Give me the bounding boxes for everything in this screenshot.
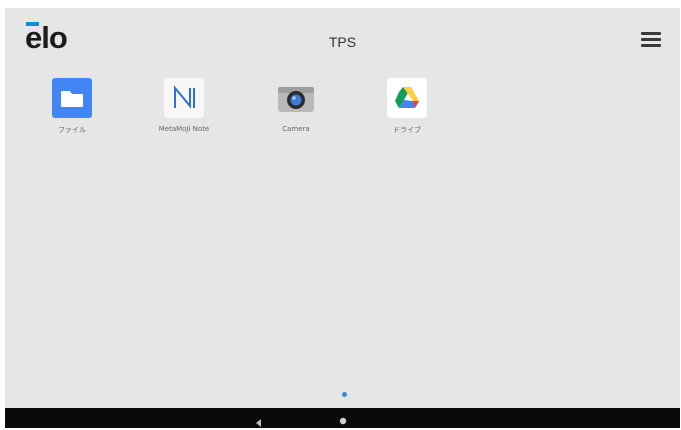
app-files[interactable]: ファイル [27, 78, 117, 148]
metamoji-note-icon [164, 78, 204, 118]
app-label: ファイル [58, 126, 86, 134]
app-metamoji-note[interactable]: MetaMoJi Note [139, 78, 229, 148]
app-google-drive[interactable]: ドライブ [362, 78, 452, 148]
app-label: ドライブ [393, 126, 421, 134]
top-bar: elo TPS [5, 8, 680, 70]
app-camera[interactable]: Camera [251, 78, 341, 148]
menu-line [641, 38, 661, 41]
app-label: MetaMoJi Note [158, 125, 210, 133]
navigation-bar [5, 408, 680, 428]
back-triangle-icon[interactable] [253, 413, 265, 427]
home-circle-icon[interactable] [337, 412, 349, 425]
app-label: Camera [282, 125, 310, 133]
page-indicator-dot [342, 392, 347, 397]
menu-line [641, 44, 661, 47]
home-screen: elo TPS ファイル MetaMoJi Note Camera ドライブ [5, 8, 680, 428]
hamburger-menu-icon[interactable] [638, 29, 664, 51]
google-drive-icon [387, 78, 427, 118]
page-title: TPS [328, 34, 357, 50]
files-folder-icon [52, 78, 92, 118]
camera-icon [276, 78, 316, 118]
menu-line [641, 32, 661, 35]
